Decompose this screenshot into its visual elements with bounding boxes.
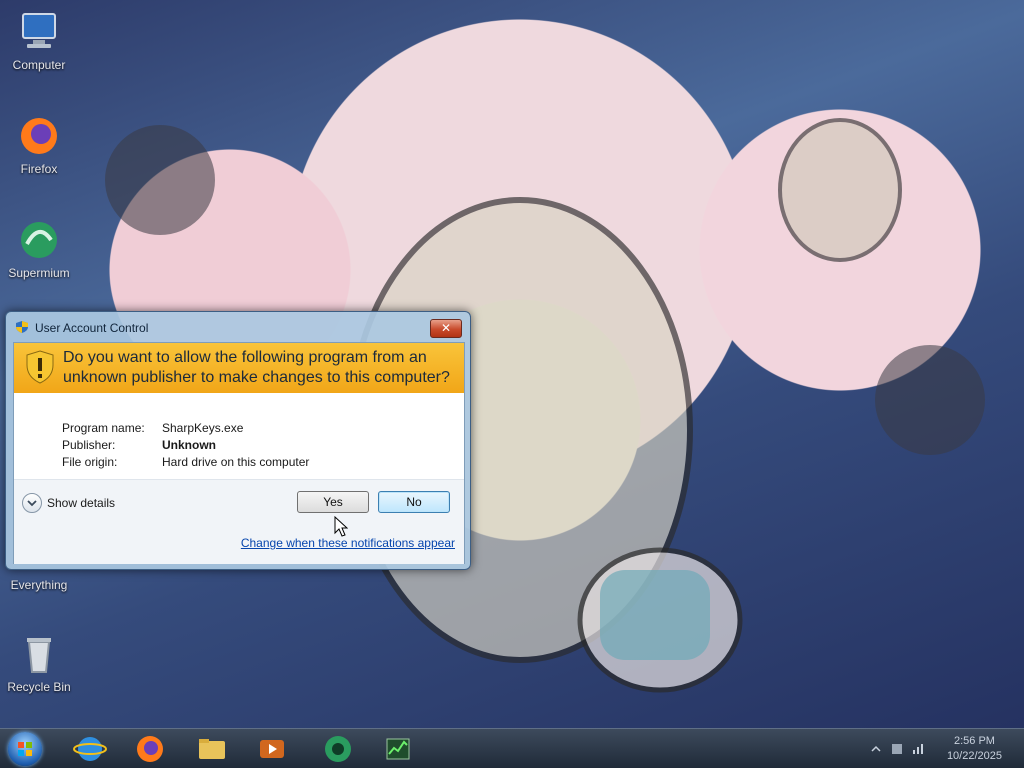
mouse-cursor-icon — [334, 516, 348, 537]
dialog-titlebar[interactable]: User Account Control ✕ — [6, 312, 470, 342]
media-player-icon — [260, 740, 284, 758]
detail-value: SharpKeys.exe — [162, 421, 244, 435]
supermium-icon — [21, 222, 57, 258]
detail-label: File origin: — [62, 455, 118, 469]
taskbar-internet-explorer[interactable] — [64, 732, 116, 766]
computer-icon — [22, 13, 56, 48]
uac-dialog: User Account Control ✕ Do you want to al… — [5, 311, 471, 570]
change-notifications-link[interactable]: Change when these notifications appear — [241, 536, 455, 550]
taskbar-firefox[interactable] — [124, 732, 176, 766]
dialog-title: User Account Control — [35, 321, 149, 335]
close-button[interactable]: ✕ — [430, 319, 462, 338]
taskbar-file-explorer[interactable] — [186, 732, 238, 766]
task-manager-icon — [386, 738, 410, 760]
expand-toggle[interactable] — [22, 493, 42, 513]
desktop-icon-recycle-bin[interactable]: Recycle Bin — [1, 632, 77, 694]
desktop-icon-supermium[interactable]: Supermium — [1, 218, 77, 280]
taskbar-media-player[interactable] — [246, 732, 298, 766]
windows-logo-icon — [18, 742, 32, 756]
desktop-screen: Computer Firefox Supermium Everything Re… — [0, 0, 1024, 768]
uac-question-text: Do you want to allow the following progr… — [63, 349, 450, 386]
close-icon: ✕ — [440, 321, 452, 335]
internet-explorer-icon — [73, 737, 107, 761]
warning-banner: Do you want to allow the following progr… — [14, 343, 464, 393]
detail-value: Unknown — [162, 438, 216, 452]
desktop-icon-label: Computer — [12, 58, 66, 72]
program-details: Program name: SharpKeys.exe Publisher: U… — [14, 393, 464, 479]
taskbar-task-manager[interactable] — [372, 732, 424, 766]
desktop-icon-label: Everything — [10, 578, 68, 592]
uac-shield-icon — [16, 321, 28, 333]
taskbar: 2:56 PM 10/22/2025 — [0, 728, 1024, 768]
detail-label: Publisher: — [62, 438, 116, 452]
recycle-bin-icon — [27, 638, 51, 673]
detail-value: Hard drive on this computer — [162, 455, 310, 469]
chevron-down-icon — [27, 500, 37, 507]
yes-button[interactable]: Yes — [297, 491, 369, 513]
desktop-icon-firefox[interactable]: Firefox — [1, 114, 77, 176]
firefox-icon — [137, 736, 163, 762]
dialog-content: Do you want to allow the following progr… — [13, 342, 465, 564]
show-details-label: Show details — [47, 496, 116, 510]
desktop-icon-label: Firefox — [20, 162, 58, 176]
folder-icon — [199, 739, 225, 759]
start-button[interactable] — [8, 732, 42, 766]
taskbar-clock[interactable]: 2:56 PM 10/22/2025 — [947, 734, 1002, 764]
no-button[interactable]: No — [378, 491, 450, 513]
detail-label: Program name: — [62, 421, 145, 435]
desktop-icon-everything[interactable]: Everything — [1, 578, 77, 596]
tray-icons[interactable] — [870, 742, 930, 756]
clock-date: 10/22/2025 — [946, 750, 1002, 762]
taskbar-supermium[interactable] — [312, 732, 364, 766]
system-tray: 2:56 PM 10/22/2025 — [852, 729, 1012, 768]
clock-time: 2:56 PM — [953, 735, 995, 747]
firefox-icon — [21, 118, 57, 154]
desktop-icon-label: Recycle Bin — [7, 680, 71, 694]
desktop-icon-label: Supermium — [8, 266, 70, 280]
desktop-icon-computer[interactable]: Computer — [1, 10, 77, 72]
dialog-actions: Show details Yes No Change when these no… — [14, 479, 464, 564]
supermium-icon — [325, 736, 351, 762]
warning-shield-icon — [26, 350, 54, 384]
